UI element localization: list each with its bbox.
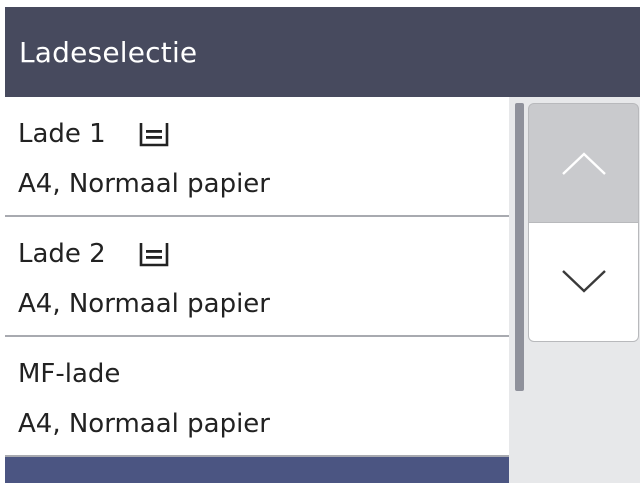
tray-name-row: Lade 1 <box>18 119 170 149</box>
tray-selection-screen: Ladeselectie Lade 1 A4, Normaal papier L… <box>0 0 640 483</box>
tray-name-row: Lade 2 <box>18 239 170 269</box>
scrollbar-thumb[interactable] <box>515 103 524 391</box>
scroll-up-button[interactable] <box>528 103 639 223</box>
paper-tray-icon <box>138 240 170 268</box>
header-bar: Ladeselectie <box>5 7 640 97</box>
tray-name: Lade 2 <box>18 239 106 269</box>
chevron-down-icon <box>561 270 606 293</box>
list-item-mf-lade[interactable]: MF-lade A4, Normaal papier <box>5 337 509 457</box>
list-item-lade-2[interactable]: Lade 2 A4, Normaal papier <box>5 217 509 337</box>
list-item-next-partial[interactable] <box>5 457 509 483</box>
tray-name: Lade 1 <box>18 119 106 149</box>
tray-name: MF-lade <box>18 359 121 389</box>
page-title: Ladeselectie <box>19 35 198 69</box>
tray-name-row: MF-lade <box>18 359 120 389</box>
paper-tray-icon <box>138 120 170 148</box>
tray-detail: A4, Normaal papier <box>18 169 270 199</box>
list-item-lade-1[interactable]: Lade 1 A4, Normaal papier <box>5 97 509 217</box>
tray-list: Lade 1 A4, Normaal papier Lade 2 A4, Nor… <box>5 97 509 483</box>
chevron-up-icon <box>561 152 606 175</box>
tray-detail: A4, Normaal papier <box>18 409 270 439</box>
scroll-panel <box>509 97 640 483</box>
scroll-down-button[interactable] <box>528 222 639 342</box>
tray-detail: A4, Normaal papier <box>18 289 270 319</box>
